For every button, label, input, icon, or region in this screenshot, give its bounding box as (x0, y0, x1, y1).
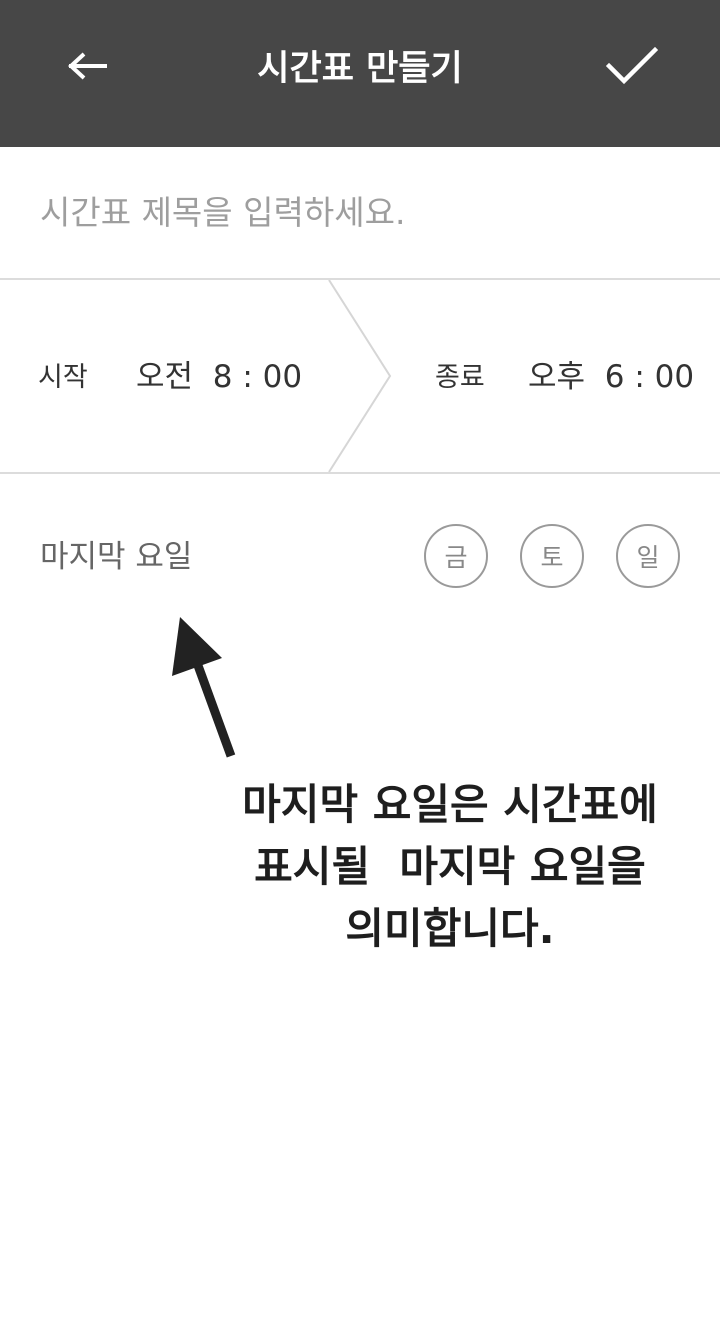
annotation-text: 마지막 요일은 시간표에 표시될 마지막 요일을 의미합니다. (200, 774, 700, 960)
start-time-value: 오전 8 : 00 (136, 359, 303, 395)
day-option-fri[interactable]: 금 (424, 524, 488, 588)
arrow-up-icon (172, 617, 236, 758)
end-time-label: 종료 (435, 362, 485, 393)
end-time-selector[interactable]: 종료 오후 6 : 00 (400, 280, 720, 472)
annotation-line: 의미합니다. (345, 904, 555, 953)
end-time-value: 오후 6 : 00 (528, 359, 695, 395)
divider (0, 472, 720, 474)
confirm-button[interactable] (596, 34, 668, 102)
page-title: 시간표 만들기 (257, 49, 463, 89)
annotation-line: 마지막 요일은 시간표에 (242, 780, 658, 829)
arrow-left-icon (68, 51, 108, 85)
check-icon (605, 46, 659, 90)
last-day-label: 마지막 요일 (40, 539, 193, 575)
back-button[interactable] (56, 36, 120, 100)
time-range-row: 시작 오전 8 : 00 종료 오후 6 : 00 (0, 280, 720, 472)
app-bar: 시간표 만들기 (0, 0, 720, 147)
day-option-sat[interactable]: 토 (520, 524, 584, 588)
day-option-sun[interactable]: 일 (616, 524, 680, 588)
start-time-label: 시작 (38, 362, 88, 393)
timetable-title-input[interactable] (0, 147, 720, 278)
start-time-selector[interactable]: 시작 오전 8 : 00 (0, 280, 320, 472)
chevron-right-icon (328, 280, 392, 472)
annotation-line: 표시될 마지막 요일을 (254, 842, 646, 891)
